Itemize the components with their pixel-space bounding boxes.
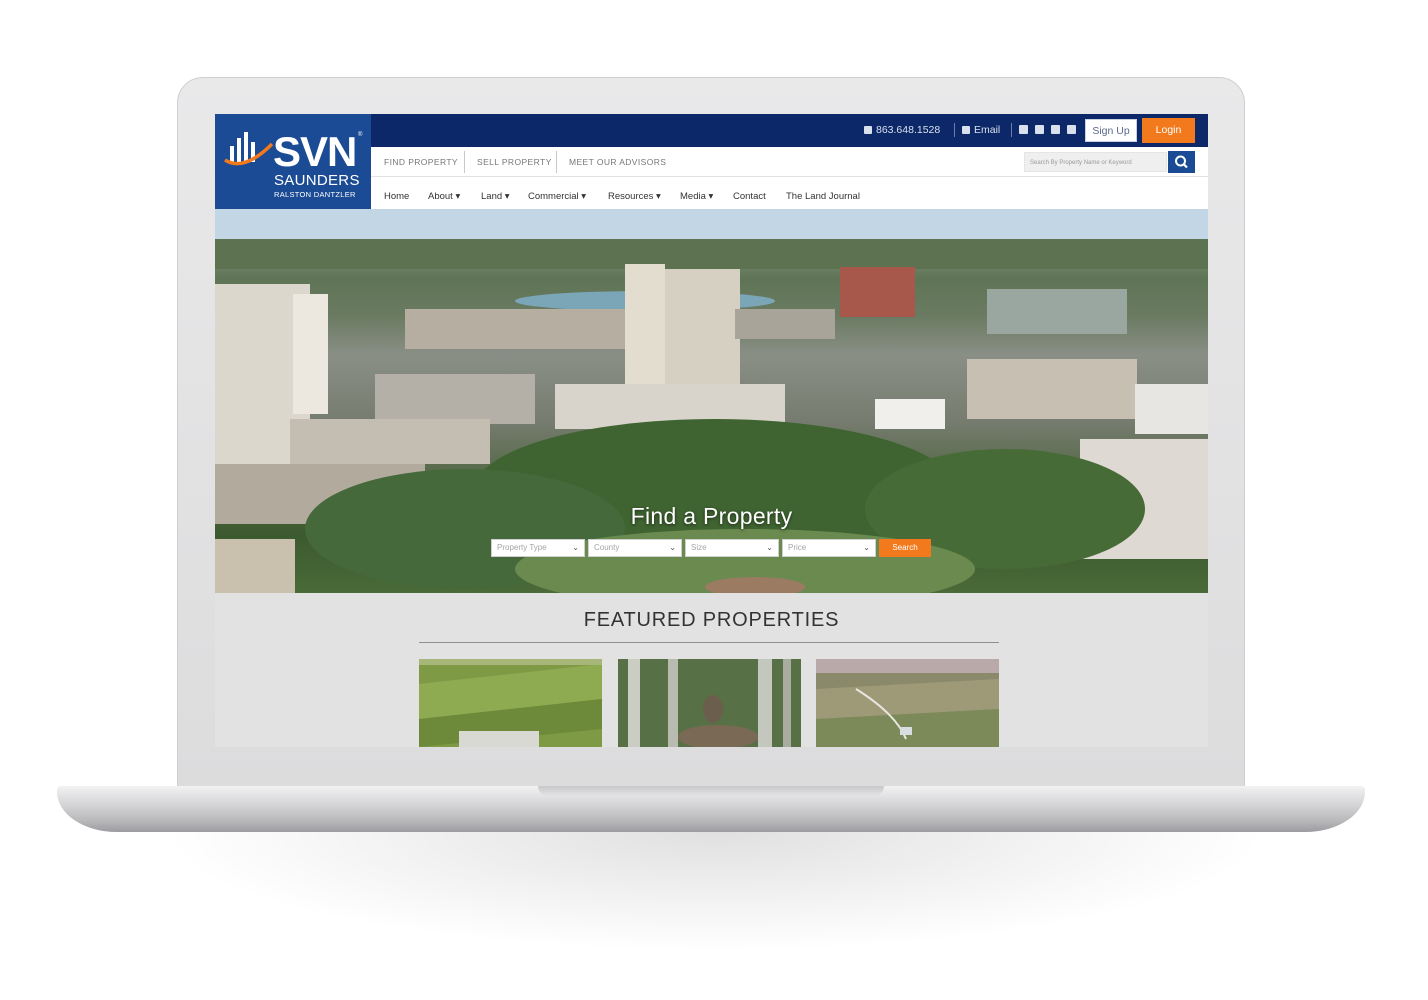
linkedin-icon[interactable] [1067, 125, 1076, 134]
chevron-down-icon: ⌄ [863, 543, 870, 552]
featured-property-card[interactable] [419, 659, 602, 747]
site-search-input[interactable]: Search By Property Name or Keyword [1024, 152, 1167, 172]
divider [1011, 123, 1012, 137]
sign-up-button[interactable]: Sign Up [1085, 119, 1137, 142]
email-link[interactable]: Email [962, 124, 1000, 136]
chevron-down-icon: ⌄ [669, 543, 676, 552]
nav-resources[interactable]: Resources ▾ [608, 191, 661, 202]
size-placeholder: Size [691, 543, 707, 552]
laptop-notch [538, 786, 884, 796]
divider [556, 151, 557, 173]
laptop-shadow [160, 832, 1270, 952]
top-utility-bar: 863.648.1528 Email Sign Up Login [371, 114, 1208, 147]
search-icon [1175, 155, 1188, 169]
main-nav: Home About ▾ Land ▾ Commercial ▾ Resourc… [371, 177, 1208, 209]
phone-number: 863.648.1528 [876, 124, 941, 136]
nav-about[interactable]: About ▾ [428, 191, 460, 202]
county-select[interactable]: County ⌄ [588, 539, 682, 557]
logo-trademark: ® [358, 132, 363, 138]
price-placeholder: Price [788, 543, 807, 552]
subnav-find-property[interactable]: FIND PROPERTY [384, 157, 458, 167]
login-button[interactable]: Login [1142, 118, 1195, 143]
divider [954, 123, 955, 137]
farm-field-image [419, 659, 602, 747]
twitter-icon[interactable] [1035, 125, 1044, 134]
email-label: Email [974, 124, 1001, 136]
heading-divider [419, 642, 999, 643]
nav-home[interactable]: Home [384, 191, 409, 202]
nav-land-journal[interactable]: The Land Journal [786, 191, 860, 202]
chevron-down-icon: ⌄ [766, 543, 773, 552]
aerial-city-image [215, 209, 1208, 593]
logo-line-ralston: RALSTON DANTZLER [274, 190, 356, 199]
email-icon [962, 126, 970, 134]
divider [464, 151, 465, 173]
nav-commercial[interactable]: Commercial ▾ [528, 191, 586, 202]
nav-media[interactable]: Media ▾ [680, 191, 713, 202]
subnav-meet-advisors[interactable]: MEET OUR ADVISORS [569, 157, 666, 167]
nav-contact[interactable]: Contact [733, 191, 766, 202]
logo-wordmark: SVN [273, 128, 357, 175]
featured-property-card[interactable] [816, 659, 999, 747]
hero-banner: Find a Property Property Type ⌄ County ⌄… [215, 209, 1208, 593]
phone-icon [864, 126, 872, 134]
featured-properties-heading: FEATURED PROPERTIES [583, 609, 840, 631]
laptop-mockup: SVN ® SAUNDERS RALSTON DANTZLER 863.648.… [0, 0, 1428, 1000]
nav-land[interactable]: Land ▾ [481, 191, 510, 202]
chevron-down-icon: ⌄ [572, 543, 579, 552]
county-placeholder: County [594, 543, 620, 552]
featured-property-card[interactable] [618, 659, 801, 747]
svn-logo[interactable]: SVN ® SAUNDERS RALSTON DANTZLER [215, 114, 371, 209]
property-type-select[interactable]: Property Type ⌄ [491, 539, 585, 557]
property-type-placeholder: Property Type [497, 543, 547, 552]
logo-bars-icon [224, 132, 274, 166]
size-select[interactable]: Size ⌄ [685, 539, 779, 557]
deer-forest-image [618, 659, 801, 747]
ranch-land-image [816, 659, 999, 747]
phone-link[interactable]: 863.648.1528 [864, 124, 940, 136]
subnav-sell-property[interactable]: SELL PROPERTY [477, 157, 552, 167]
site-search-button[interactable] [1168, 151, 1195, 173]
hero-title: Find a Property [630, 503, 793, 529]
facebook-icon[interactable] [1019, 125, 1028, 134]
website-screen: SVN ® SAUNDERS RALSTON DANTZLER 863.648.… [215, 114, 1208, 747]
secondary-nav: FIND PROPERTY SELL PROPERTY MEET OUR ADV… [371, 147, 1208, 177]
youtube-icon[interactable] [1051, 125, 1060, 134]
property-search-button[interactable]: Search [879, 539, 931, 557]
price-select[interactable]: Price ⌄ [782, 539, 876, 557]
logo-line-saunders: SAUNDERS [274, 172, 360, 189]
